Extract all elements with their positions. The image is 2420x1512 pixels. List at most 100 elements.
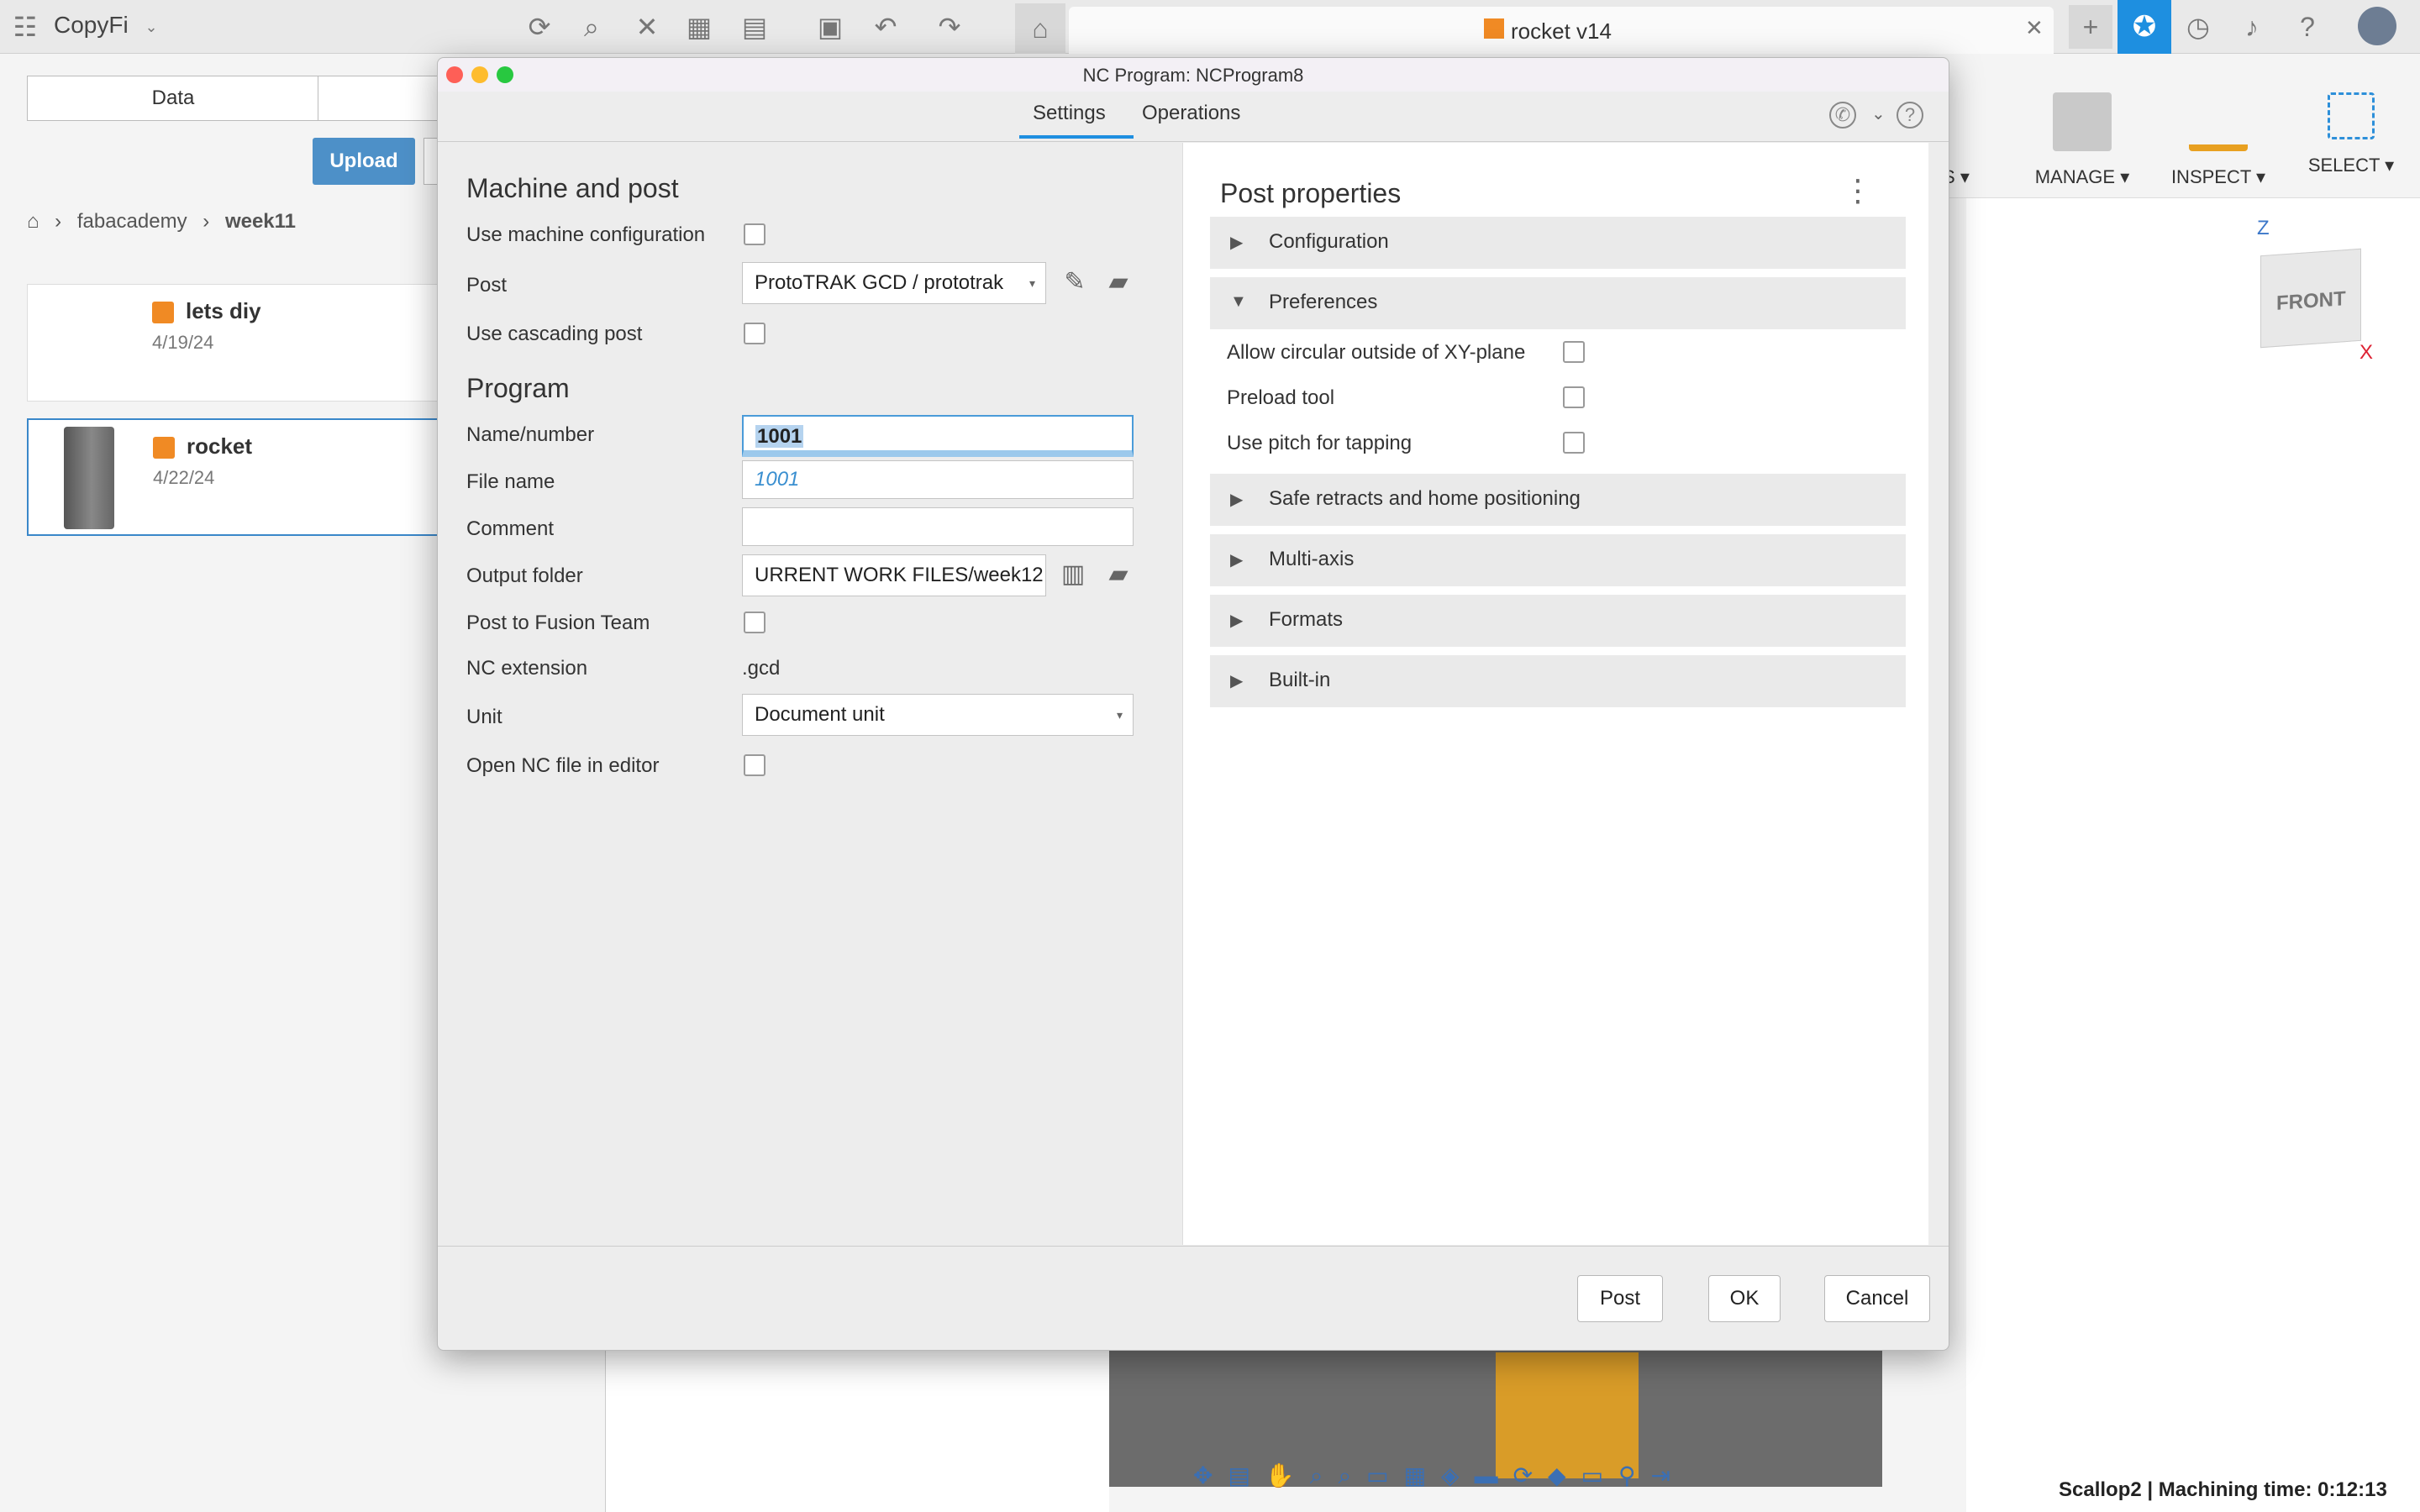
help-icon[interactable]: ? [2292, 12, 2323, 42]
job-status-icon[interactable]: ◷ [2183, 12, 2213, 42]
group-multi-axis[interactable]: ▶ Multi-axis [1210, 534, 1906, 586]
post-to-team-checkbox[interactable] [744, 612, 765, 633]
upload-button[interactable]: Upload [313, 138, 415, 185]
open-folder-icon[interactable]: ▰ [1102, 558, 1135, 591]
breadcrumb-item[interactable]: week11 [225, 210, 296, 233]
ok-button[interactable]: OK [1708, 1275, 1781, 1322]
group-formats[interactable]: ▶ Formats [1210, 595, 1906, 647]
team-icon[interactable]: ☷ [10, 12, 40, 42]
group-label: Preferences [1269, 291, 1378, 313]
viewcube[interactable]: FRONT [2260, 248, 2361, 349]
item-name: rocket [187, 433, 253, 459]
chevron-down-icon[interactable]: ⌄ [1871, 103, 1886, 124]
search-icon[interactable]: ⌕ [576, 12, 607, 42]
close-icon[interactable]: ✕ [632, 12, 662, 42]
use-cascading-label: Use cascading post [466, 323, 643, 345]
group-preferences[interactable]: ▼ Preferences [1210, 277, 1906, 329]
output-folder-input[interactable]: URRENT WORK FILES/week12 [742, 554, 1046, 596]
comment-input[interactable] [742, 507, 1134, 546]
pref-preload-label: Preload tool [1227, 386, 1335, 409]
undo-icon[interactable]: ↶ [871, 12, 901, 42]
more-options-icon[interactable]: ⋮ [1843, 173, 1873, 208]
file-icon[interactable]: ▤ [739, 12, 770, 42]
notifications-icon[interactable]: ♪ [2237, 12, 2267, 42]
home-icon[interactable]: ⌂ [27, 210, 39, 233]
chevron-down-icon[interactable]: ⌄ [145, 12, 158, 42]
dialog-titlebar[interactable]: NC Program: NCProgram8 [438, 58, 1949, 92]
item-date: 4/19/24 [152, 332, 214, 353]
toolbar-label: INSPECT ▾ [2170, 166, 2266, 187]
post-to-team-label: Post to Fusion Team [466, 612, 650, 634]
inspect-button[interactable]: INSPECT ▾ [2160, 92, 2277, 188]
unit-label: Unit [466, 706, 502, 728]
name-number-input[interactable]: 1001 [742, 415, 1134, 457]
group-label: Multi-axis [1269, 548, 1355, 570]
document-tab[interactable]: rocket v14 [1069, 7, 2054, 54]
tab-data[interactable]: Data [27, 76, 319, 121]
pref-circular-label: Allow circular outside of XY-plane [1227, 341, 1526, 364]
group-built-in[interactable]: ▶ Built-in [1210, 655, 1906, 707]
grid-icon[interactable]: ▦ [684, 12, 714, 42]
pref-circular-checkbox[interactable] [1563, 341, 1585, 363]
expand-arrow-icon: ▶ [1230, 491, 1244, 509]
open-in-editor-checkbox[interactable] [744, 754, 765, 776]
status-text: Scallop2 | Machining time: 0:12:13 [2059, 1478, 2387, 1501]
use-cascading-checkbox[interactable] [744, 323, 765, 344]
expand-arrow-icon: ▶ [1230, 234, 1244, 252]
collapse-arrow-icon: ▼ [1230, 292, 1247, 311]
team-name[interactable]: CopyFi [54, 12, 129, 39]
unit-select[interactable]: Document unit ▾ [742, 694, 1134, 736]
close-tab-button[interactable]: ✕ [2025, 15, 2044, 41]
manage-icon [2053, 92, 2112, 151]
dropdown-caret-icon: ▾ [1116, 708, 1123, 722]
item-date: 4/22/24 [153, 467, 215, 488]
manage-button[interactable]: MANAGE ▾ [2023, 92, 2141, 188]
save-icon[interactable]: ▣ [815, 12, 845, 42]
expand-arrow-icon: ▶ [1230, 551, 1244, 570]
home-icon[interactable]: ⌂ [1015, 3, 1065, 54]
axis-z-label: Z [2257, 217, 2270, 239]
toolpath-highlight [1496, 1352, 1639, 1478]
post-label: Post [466, 274, 508, 297]
tab-operations[interactable]: Operations [1142, 102, 1240, 125]
group-configuration[interactable]: ▶ Configuration [1210, 217, 1906, 269]
select-button[interactable]: SELECT ▾ [2292, 92, 2410, 176]
post-button[interactable]: Post [1577, 1275, 1663, 1322]
new-tab-button[interactable]: + [2069, 5, 2112, 49]
use-machine-config-checkbox[interactable] [744, 223, 765, 245]
tab-settings[interactable]: Settings [1033, 102, 1106, 125]
rocket-thumbnail [64, 427, 114, 529]
browse-folder-icon[interactable]: ▥ [1056, 558, 1090, 591]
document-tab-title: rocket v14 [1511, 18, 1612, 44]
post-properties-pane: Post properties ⋮ ▶ Configuration ▼ Pref… [1182, 143, 1928, 1245]
extensions-icon[interactable]: ✪ [2118, 0, 2171, 54]
file-name-input[interactable]: 1001 [742, 460, 1134, 499]
pref-pitch-checkbox[interactable] [1563, 432, 1585, 454]
dialog-title: NC Program: NCProgram8 [1082, 65, 1304, 86]
measure-icon [2189, 118, 2248, 151]
post-value: ProtoTRAK GCD / prototrak [755, 271, 1004, 294]
nc-extension-value: .gcd [742, 657, 781, 680]
group-label: Built-in [1269, 669, 1331, 691]
post-properties-title: Post properties [1220, 178, 1402, 208]
breadcrumb-separator-icon: › [55, 210, 62, 233]
redo-icon[interactable]: ↷ [934, 12, 965, 42]
axis-x-label: X [2360, 341, 2374, 364]
post-select[interactable]: ProtoTRAK GCD / prototrak ▾ [742, 262, 1046, 304]
cancel-button[interactable]: Cancel [1824, 1275, 1930, 1322]
pref-preload-checkbox[interactable] [1563, 386, 1585, 408]
3d-viewport[interactable] [1966, 198, 2420, 1512]
breadcrumb-item[interactable]: fabacademy [77, 210, 187, 233]
navigation-bar[interactable]: ✥▤✋⌕⌕▭▦◈▬⟳◆▭⚲⇥ [1193, 1462, 1916, 1499]
app-top-bar: ☷ CopyFi ⌄ ⟳ ⌕ ✕ ▦ ▤ ▣ ↶ ↷ ⌂ rocket v14 … [0, 0, 2420, 54]
group-safe-retracts[interactable]: ▶ Safe retracts and home positioning [1210, 474, 1906, 526]
edit-pencil-icon[interactable]: ✎ [1058, 265, 1092, 299]
name-number-value: 1001 [755, 425, 804, 448]
expand-arrow-icon: ▶ [1230, 672, 1244, 690]
open-folder-icon[interactable]: ▰ [1102, 265, 1135, 299]
refresh-icon[interactable]: ⟳ [524, 12, 555, 42]
comment-label: Comment [466, 517, 555, 540]
avatar[interactable] [2358, 7, 2396, 45]
help-icon[interactable]: ? [1897, 102, 1923, 129]
phone-icon[interactable]: ✆ [1829, 102, 1856, 129]
